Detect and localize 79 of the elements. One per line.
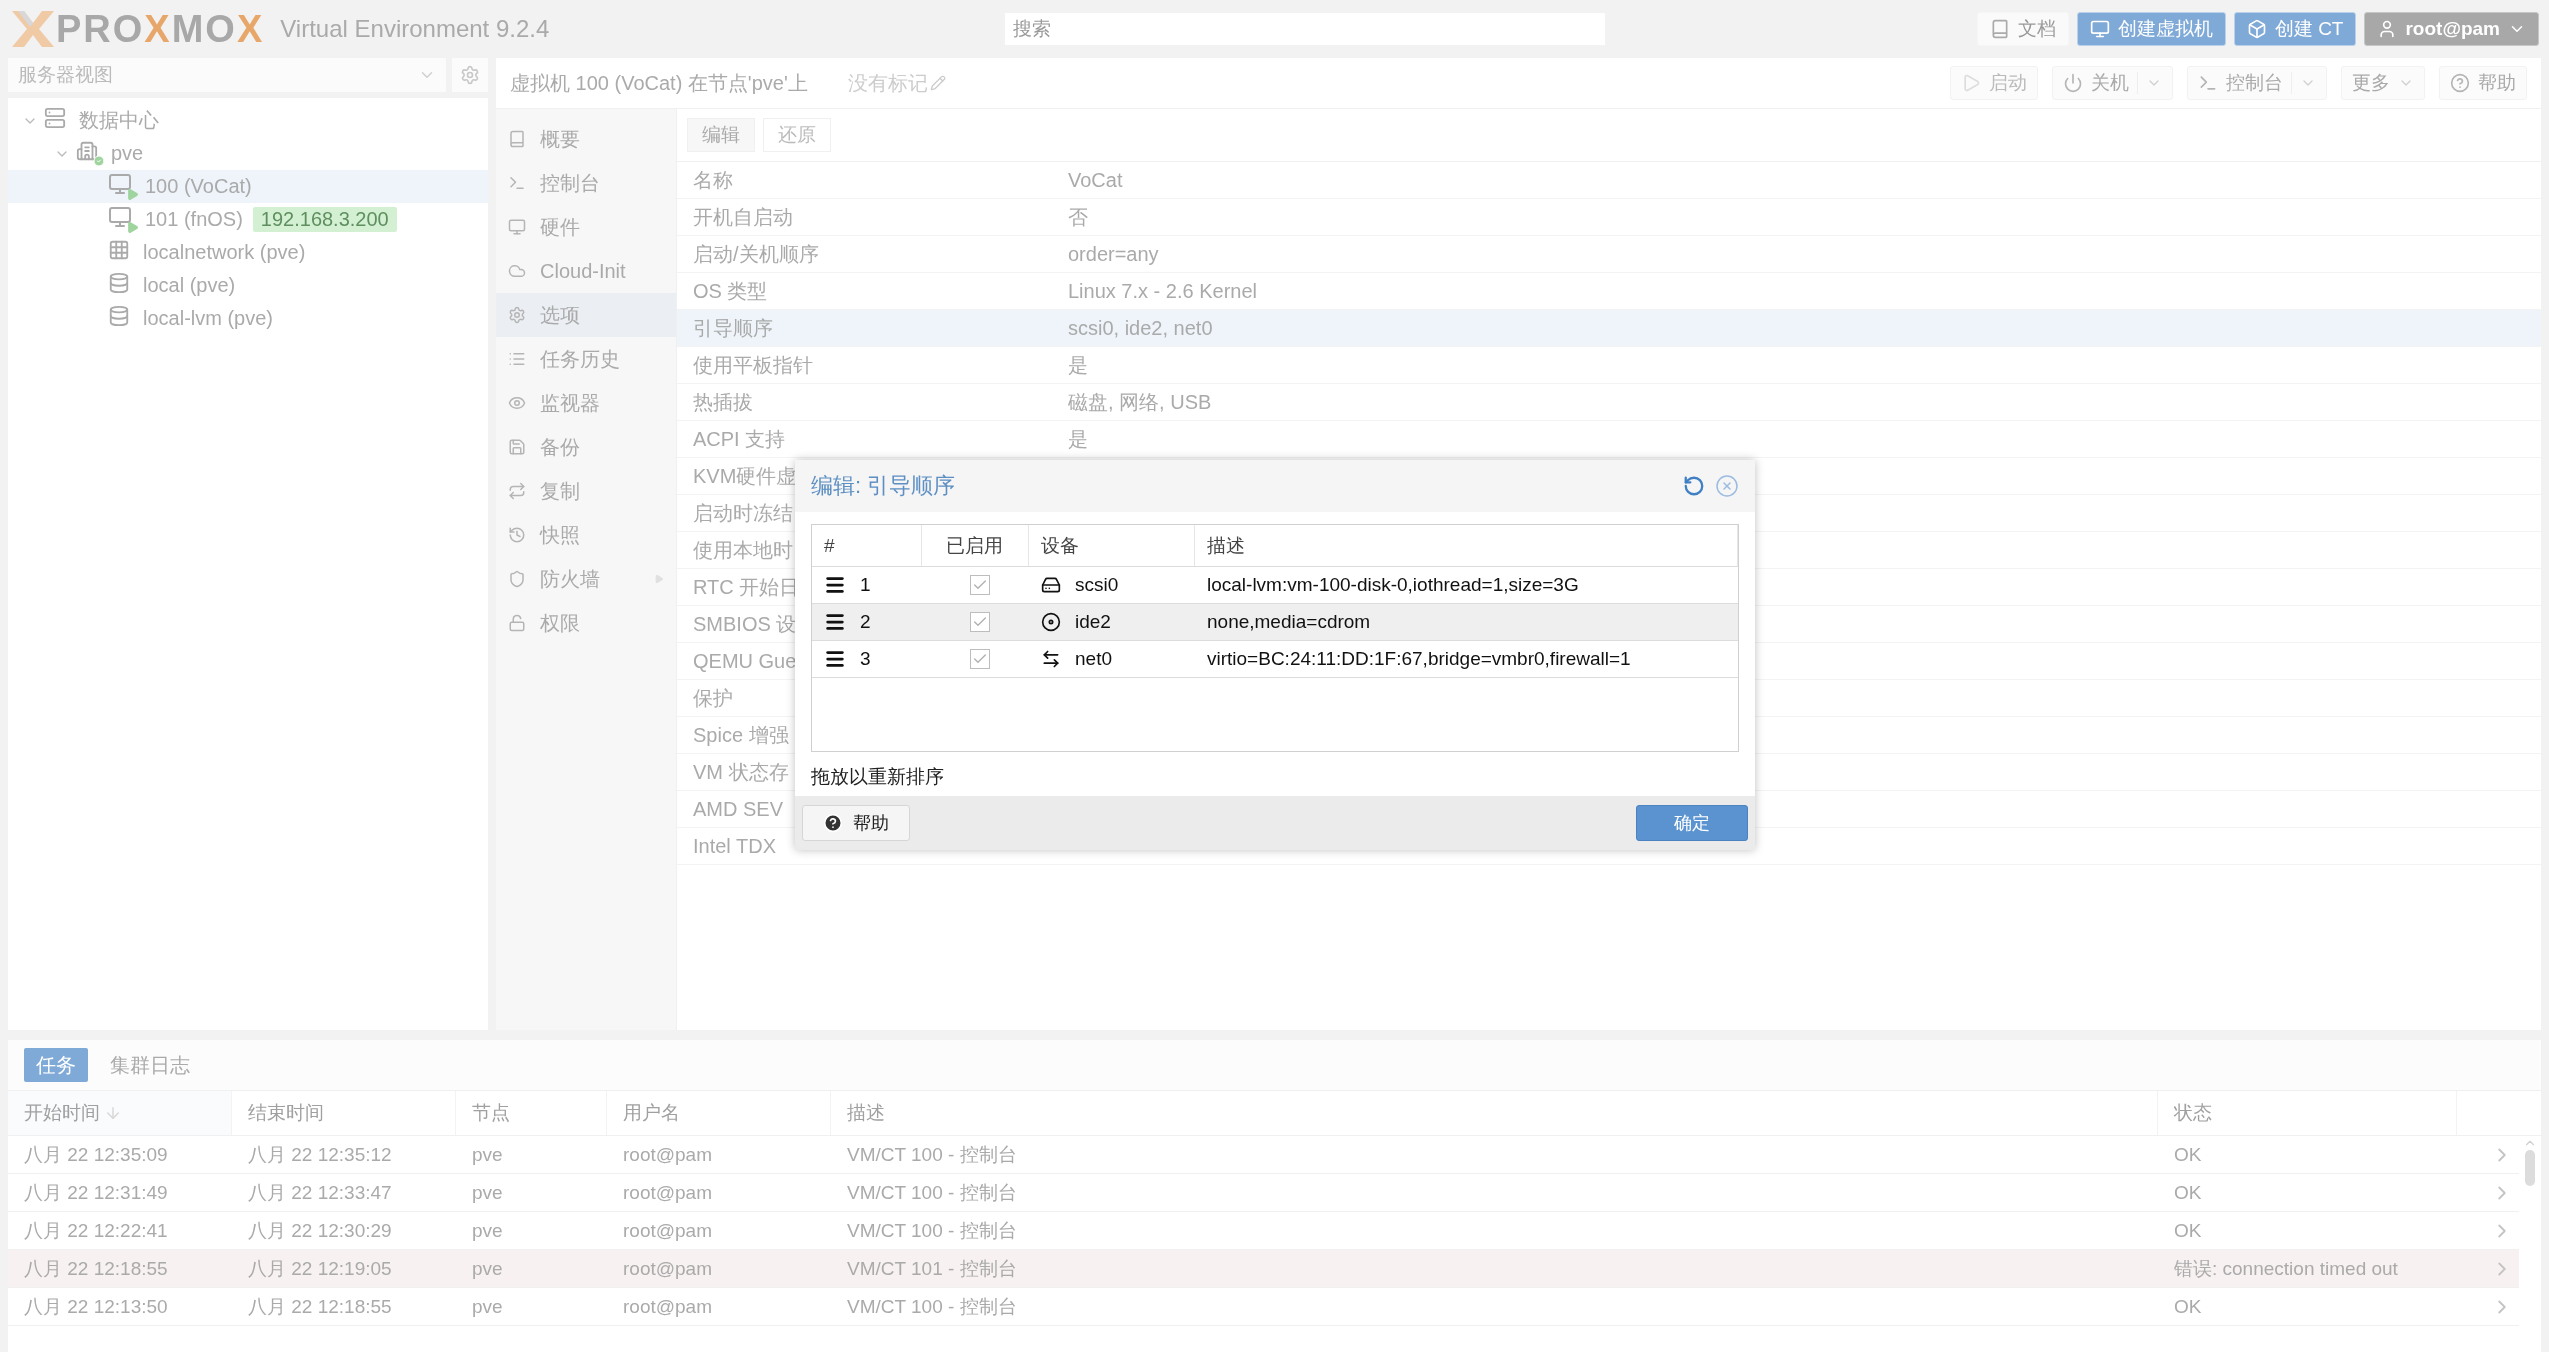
option-name: RTC 开始日 — [693, 574, 800, 600]
option-name: 启动时冻结 — [693, 500, 793, 526]
tree-item-label: pve — [111, 142, 144, 165]
order-number: 1 — [860, 574, 871, 596]
option-name: 使用本地时 — [693, 537, 793, 563]
option-name: 保护 — [693, 685, 733, 711]
tree-item-label: localnetwork (pve) — [143, 241, 306, 264]
option-name: ACPI 支持 — [693, 426, 786, 452]
order-number: 3 — [860, 648, 871, 670]
device-name: scsi0 — [1075, 574, 1119, 596]
table-cell-text: VM/CT 101 - 控制台 — [846, 1256, 1018, 1281]
table-cell-text: 八月 22 12:18:55 — [247, 1294, 393, 1319]
table-cell-text: 错误: connection timed out — [2173, 1256, 2399, 1281]
option-value: scsi0, ide2, net0 — [1068, 316, 1213, 340]
table-cell-text: root@pam — [622, 1181, 713, 1204]
table-cell-text: 八月 22 12:30:29 — [247, 1218, 393, 1243]
device-description: none,media=cdrom — [1206, 611, 1372, 633]
tree-item-label: local (pve) — [143, 274, 236, 297]
vm-title: 虚拟机 100 (VoCat) 在节点'pve'上 — [510, 70, 808, 96]
table-cell-text: 八月 22 12:35:09 — [23, 1142, 169, 1167]
table-cell-text: VM/CT 100 - 控制台 — [846, 1294, 1018, 1319]
tree-item-label: 100 (VoCat) — [145, 175, 252, 198]
table-cell-text: OK — [2173, 1181, 2203, 1204]
table-cell-text: root@pam — [622, 1295, 713, 1318]
table-cell-text: OK — [2173, 1143, 2203, 1166]
order-number: 2 — [860, 611, 871, 633]
ip-tag: 192.168.3.200 — [252, 207, 397, 232]
option-name: Intel TDX — [693, 834, 776, 858]
option-value: 磁盘, 网络, USB — [1068, 389, 1212, 415]
tree-item-label: local-lvm (pve) — [143, 307, 274, 330]
option-name: AMD SEV — [693, 797, 784, 821]
dialog-title: 编辑: 引导顺序 — [811, 472, 956, 500]
table-cell-text: VM/CT 100 - 控制台 — [846, 1180, 1018, 1205]
table-cell-text: pve — [471, 1295, 504, 1318]
option-name: 使用平板指针 — [693, 352, 813, 378]
table-cell-text: pve — [471, 1181, 504, 1204]
tree-item-label: 101 (fnOS) — [145, 208, 243, 231]
table-cell-text: root@pam — [622, 1143, 713, 1166]
device-name: ide2 — [1075, 611, 1111, 633]
table-cell-text: root@pam — [622, 1257, 713, 1280]
option-name: 名称 — [693, 167, 733, 193]
option-name: QEMU Gue — [693, 649, 797, 673]
option-name: 引导顺序 — [693, 315, 773, 341]
option-value: 是 — [1068, 426, 1088, 452]
table-cell-text: 八月 22 12:22:41 — [23, 1218, 169, 1243]
device-description: virtio=BC:24:11:DD:1F:67,bridge=vmbr0,firewall=1 — [1206, 648, 1632, 670]
table-cell-text: pve — [471, 1257, 504, 1280]
option-name: SMBIOS 设 — [693, 611, 797, 637]
proxmox-logo: PROXMOX — [10, 7, 265, 51]
option-name: VM 状态存 — [693, 759, 789, 785]
table-cell-text: 八月 22 12:18:55 — [23, 1256, 169, 1281]
table-cell-text: OK — [2173, 1295, 2203, 1318]
table-cell-text: pve — [471, 1219, 504, 1242]
device-description: local-lvm:vm-100-disk-0,iothread=1,size=3G — [1206, 574, 1580, 596]
table-cell-text: 八月 22 12:35:12 — [247, 1142, 393, 1167]
device-name: net0 — [1075, 648, 1112, 670]
option-name: 启动/关机顺序 — [693, 241, 819, 267]
table-cell-text: VM/CT 100 - 控制台 — [846, 1218, 1018, 1243]
table-cell-text: VM/CT 100 - 控制台 — [846, 1142, 1018, 1167]
tree-item-label: 数据中心 — [79, 108, 159, 133]
reorder-hint: 拖放以重新排序 — [811, 765, 945, 789]
table-cell-text: OK — [2173, 1219, 2203, 1242]
table-cell-text: pve — [471, 1143, 504, 1166]
option-value: Linux 7.x - 2.6 Kernel — [1068, 279, 1257, 303]
table-cell-text: root@pam — [622, 1219, 713, 1242]
table-cell-text: 八月 22 12:33:47 — [247, 1180, 393, 1205]
option-value: 否 — [1068, 204, 1088, 230]
table-cell-text: 八月 22 12:19:05 — [247, 1256, 393, 1281]
option-name: 开机自启动 — [693, 204, 793, 230]
product-version: Virtual Environment 9.2.4 — [280, 15, 550, 43]
option-value: VoCat — [1068, 168, 1123, 192]
option-value: order=any — [1068, 242, 1159, 266]
option-name: Spice 增强 — [693, 722, 789, 748]
table-cell-text: 八月 22 12:13:50 — [23, 1294, 169, 1319]
table-cell-text: 八月 22 12:31:49 — [23, 1180, 169, 1205]
option-name: OS 类型 — [693, 278, 768, 304]
option-value: 是 — [1068, 352, 1088, 378]
option-name: 热插拔 — [693, 389, 753, 415]
option-name: KVM硬件虚 — [693, 463, 797, 489]
